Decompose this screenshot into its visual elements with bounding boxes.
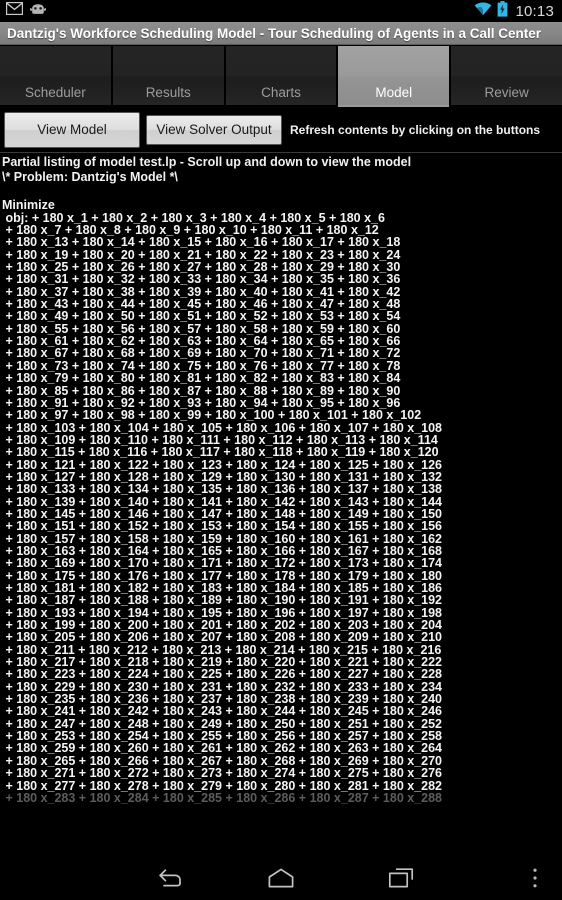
model-listing-panel[interactable]: Partial listing of model test.lp - Scrol… <box>0 152 562 855</box>
title-bar: Dantzig's Workforce Scheduling Model - T… <box>0 22 562 45</box>
action-button-bar: View Model View Solver Output Refresh co… <box>0 107 562 152</box>
tab-review[interactable]: Review <box>450 46 562 107</box>
listing-subtitle: Partial listing of model test.lp - Scrol… <box>2 155 412 169</box>
mail-icon <box>5 1 24 20</box>
wifi-icon <box>474 2 492 21</box>
model-line: + 180 x_49 + 180 x_50 + 180 x_51 + 180 x… <box>2 309 401 324</box>
view-solver-output-button[interactable]: View Solver Output <box>146 114 282 145</box>
overflow-menu-icon[interactable] <box>518 855 552 900</box>
model-line: + 180 x_283 + 180 x_284 + 180 x_285 + 18… <box>2 790 443 805</box>
view-model-button[interactable]: View Model <box>4 111 140 148</box>
model-line: + 180 x_85 + 180 x_86 + 180 x_87 + 180 x… <box>2 383 401 398</box>
model-line: + 180 x_277 + 180 x_278 + 180 x_279 + 18… <box>2 778 443 793</box>
model-line: + 180 x_97 + 180 x_98 + 180 x_99 + 180 x… <box>2 408 422 423</box>
status-bar-system: 10:13 <box>474 0 554 22</box>
recents-icon[interactable] <box>373 855 429 900</box>
model-line: + 180 x_67 + 180 x_68 + 180 x_69 + 180 x… <box>2 346 401 361</box>
status-bar-notifications <box>5 1 47 20</box>
model-line: + 180 x_259 + 180 x_260 + 180 x_261 + 18… <box>2 741 443 756</box>
tab-label: Scheduler <box>25 85 86 100</box>
model-line: + 180 x_187 + 180 x_188 + 180 x_189 + 18… <box>2 593 443 608</box>
model-line: + 180 x_241 + 180 x_242 + 180 x_243 + 18… <box>2 704 443 719</box>
model-line <box>2 187 562 199</box>
home-icon[interactable] <box>253 855 309 900</box>
tab-label: Charts <box>261 85 301 100</box>
model-line: + 180 x_31 + 180 x_32 + 180 x_33 + 180 x… <box>2 272 401 287</box>
tab-model[interactable]: Model <box>337 46 451 107</box>
model-line: + 180 x_223 + 180 x_224 + 180 x_225 + 18… <box>2 667 443 682</box>
model-line: + 180 x_133 + 180 x_134 + 180 x_135 + 18… <box>2 482 443 497</box>
model-line: + 180 x_115 + 180 x_116 + 180 x_117 + 18… <box>2 445 439 460</box>
tab-scheduler[interactable]: Scheduler <box>0 46 112 107</box>
refresh-hint-text: Refresh contents by clicking on the butt… <box>290 122 541 137</box>
app-root: 10:13 Dantzig's Workforce Scheduling Mod… <box>0 0 562 900</box>
model-section-label: Minimize <box>2 198 55 213</box>
status-bar-clock: 10:13 <box>515 2 554 20</box>
tab-charts[interactable]: Charts <box>224 46 338 107</box>
tab-bar: Scheduler Results Charts Model Review <box>0 46 562 107</box>
tab-label: Model <box>375 85 413 100</box>
back-icon[interactable] <box>140 855 196 900</box>
problem-comment: \* Problem: Dantzig's Model *\ <box>2 170 178 184</box>
model-line: + 180 x_13 + 180 x_14 + 180 x_15 + 180 x… <box>2 235 401 250</box>
model-lp-text: Minimize obj: + 180 x_1 + 180 x_2 + 180 … <box>0 185 562 804</box>
model-listing-header: Partial listing of model test.lp - Scrol… <box>0 153 562 185</box>
status-bar: 10:13 <box>0 0 562 22</box>
tab-results[interactable]: Results <box>111 46 225 107</box>
android-navigation-bar <box>0 855 562 900</box>
model-line: + 180 x_169 + 180 x_170 + 180 x_171 + 18… <box>2 556 443 571</box>
battery-charging-icon <box>497 0 508 22</box>
android-robot-icon <box>29 2 47 20</box>
page-title: Dantzig's Workforce Scheduling Model - T… <box>7 25 542 41</box>
model-line: + 180 x_79 + 180 x_80 + 180 x_81 + 180 x… <box>2 371 401 386</box>
model-line: + 180 x_205 + 180 x_206 + 180 x_207 + 18… <box>2 630 443 645</box>
tab-label: Results <box>145 85 191 100</box>
tab-label: Review <box>484 85 529 100</box>
model-line: + 180 x_271 + 180 x_272 + 180 x_273 + 18… <box>2 766 443 781</box>
model-line: + 180 x_151 + 180 x_152 + 180 x_153 + 18… <box>2 519 443 534</box>
